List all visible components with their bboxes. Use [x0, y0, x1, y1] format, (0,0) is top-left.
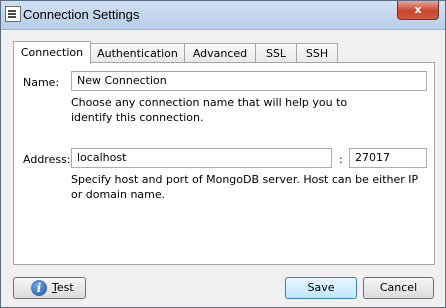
tab-advanced[interactable]: Advanced: [184, 43, 256, 63]
tab-label: SSL: [265, 47, 287, 60]
port-separator: :: [339, 153, 343, 166]
tab-label: Advanced: [192, 47, 248, 60]
window-title: Connection Settings: [23, 7, 140, 22]
address-hint: Specify host and port of MongoDB server.…: [71, 173, 419, 201]
name-label: Name:: [23, 76, 60, 89]
tab-ssl[interactable]: SSL: [255, 43, 297, 63]
save-button[interactable]: Save: [285, 277, 357, 299]
name-input[interactable]: New Connection: [71, 71, 427, 91]
name-hint: Choose any connection name that will hel…: [71, 96, 348, 124]
tab-ssh[interactable]: SSH: [296, 43, 338, 63]
title-bar[interactable]: Connection Settings x: [1, 1, 445, 30]
close-icon: x: [414, 3, 422, 16]
tab-authentication[interactable]: Authentication: [90, 43, 185, 63]
info-icon: i: [31, 280, 47, 296]
tab-label: Connection: [20, 46, 84, 59]
cancel-button[interactable]: Cancel: [363, 277, 434, 299]
test-button[interactable]: i Test: [13, 277, 86, 299]
window-app-icon: [5, 6, 21, 22]
tab-label: Authentication: [97, 47, 178, 60]
close-button[interactable]: x: [397, 1, 439, 20]
tab-connection[interactable]: Connection: [13, 41, 91, 64]
port-input[interactable]: 27017: [349, 148, 427, 168]
test-button-label: Test: [52, 281, 74, 294]
connection-settings-dialog: Connection Settings x Connection Authent…: [0, 0, 446, 308]
host-input[interactable]: localhost: [71, 148, 332, 168]
tab-label: SSH: [305, 47, 329, 60]
connection-tab-panel: Name: New Connection Choose any connecti…: [13, 62, 435, 265]
address-label: Address:: [23, 153, 71, 166]
